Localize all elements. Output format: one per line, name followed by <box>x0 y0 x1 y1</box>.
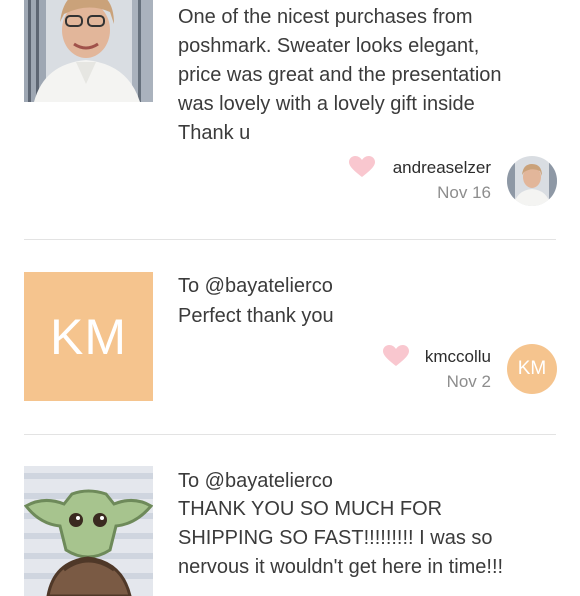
product-photo-thumbnail[interactable] <box>24 466 153 596</box>
review-body-line: Thank u <box>178 122 251 144</box>
review-body: Perfect thank you <box>178 302 558 331</box>
reviewer-photo-thumbnail[interactable] <box>24 0 153 102</box>
review-divider <box>24 434 556 435</box>
reviewer-avatar[interactable]: KM <box>507 344 557 394</box>
review-body-line: SHIPPING SO FAST!!!!!!!!! I was so <box>178 527 493 549</box>
reviewer-username[interactable]: andreaselzer <box>360 158 491 178</box>
review-divider <box>24 239 556 240</box>
review-recipient[interactable]: To @bayatelierco <box>178 275 333 298</box>
review-body-line: poshmark. Sweater looks elegant, <box>178 35 480 57</box>
review-body: THANK YOU SO MUCH FOR SHIPPING SO FAST!!… <box>178 495 558 582</box>
review-body-line: nervous it wouldn't get here in time!!! <box>178 556 504 578</box>
review-body-line: THANK YOU SO MUCH FOR <box>178 498 443 520</box>
reviewer-username[interactable]: kmccollu <box>400 347 491 367</box>
review-body: One of the nicest purchases from poshmar… <box>178 3 558 148</box>
review-body-line: price was great and the presentation <box>178 64 502 86</box>
reviewer-avatar[interactable] <box>507 156 557 206</box>
review-date: Nov 16 <box>437 183 491 202</box>
review-date: Nov 2 <box>446 372 491 391</box>
review-body-line: Perfect thank you <box>178 305 334 327</box>
review-body-line: was lovely with a lovely gift inside <box>178 93 475 115</box>
review-body-line: One of the nicest purchases from <box>178 6 473 28</box>
reviewer-initials-thumbnail[interactable]: KM <box>24 272 153 401</box>
review-recipient[interactable]: To @bayatelierco <box>178 470 333 493</box>
